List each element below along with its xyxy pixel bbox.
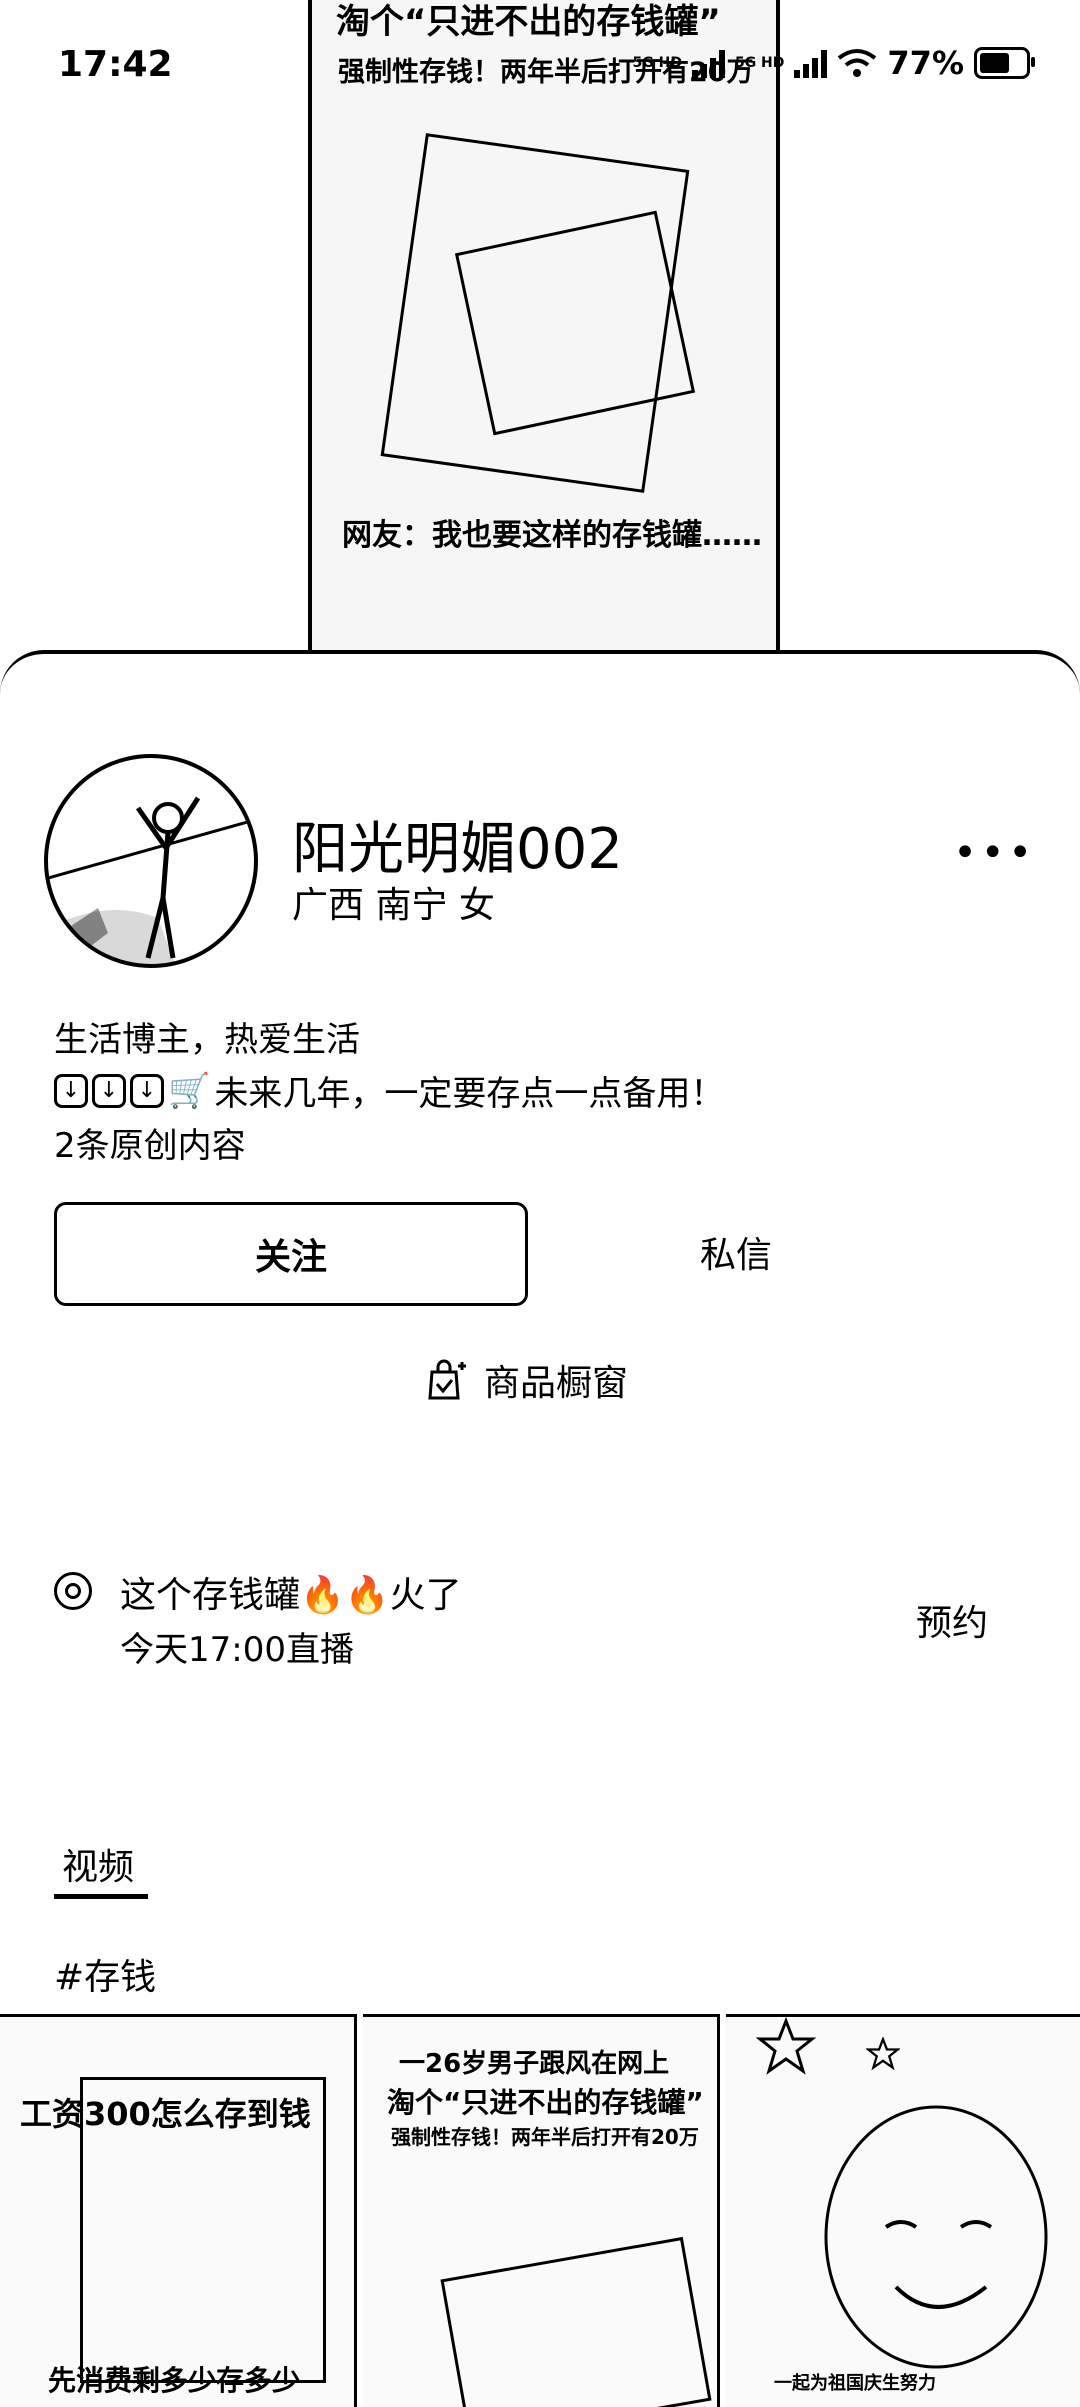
wifi-icon	[838, 49, 877, 77]
arrow-down-icon: ↓	[54, 1073, 88, 1108]
thumb-caption-bottom: 强制性存钱！两年半后打开有20万	[391, 2125, 699, 2149]
thumb-caption-top: 工资300怎么存到钱	[20, 2095, 311, 2133]
avatar-figure	[48, 796, 254, 964]
video-subtitle: 网友：我也要这样的存钱罐……	[342, 518, 762, 553]
shopping-bag-icon	[428, 1359, 466, 1400]
shop-window-label: 商品橱窗	[484, 1363, 629, 1404]
tab-videos[interactable]: 视频	[62, 1838, 134, 1890]
network-badge: 5G HD	[734, 55, 785, 71]
thumb-caption-bottom: 一起为祖国庆生努力	[774, 2373, 936, 2394]
signal-icon	[691, 48, 725, 78]
bio-line-1: 生活博主，热爱生活	[54, 1020, 360, 1060]
bio-line-2: ↓ ↓ ↓ 🛒 未来几年，一定要存点一点备用！	[54, 1066, 724, 1115]
user-location: 广西 南宁 女	[292, 885, 495, 926]
battery-fill	[980, 53, 1010, 73]
child-face	[824, 2105, 1048, 2369]
star-icon	[756, 2017, 816, 2075]
bio-line-2-text: 未来几年，一定要存点一点备用！	[214, 1074, 725, 1114]
shop-window-link[interactable]: 商品橱窗	[424, 1354, 628, 1406]
original-content-count[interactable]: 2条原创内容	[54, 1118, 246, 1167]
arrow-down-icon: ↓	[130, 1073, 164, 1108]
reserve-button[interactable]: 预约	[916, 1594, 988, 1646]
video-headline: 淘个“只进不出的存钱罐”	[336, 2, 721, 42]
video-thumbnail[interactable]: 一26岁男子跟风在网上 淘个“只进不出的存钱罐” 强制性存钱！两年半后打开有20…	[363, 2014, 720, 2407]
live-title: 这个存钱罐🔥🔥火了	[120, 1575, 462, 1616]
thumb-caption-middle: 淘个“只进不出的存钱罐”	[387, 2086, 704, 2119]
battery-percent: 77%	[887, 44, 964, 82]
status-icons: 5G HD 5G HD 77%	[632, 44, 1035, 82]
thumb-sketch	[440, 2236, 712, 2407]
live-announcement[interactable]: 这个存钱罐🔥🔥火了 今天17:00直播 预约	[54, 1566, 1034, 1686]
follow-button[interactable]: 关注	[54, 1202, 528, 1306]
more-options-icon[interactable]: •••	[953, 830, 1036, 876]
status-time: 17:42	[58, 44, 173, 85]
video-thumbnail[interactable]: 工资300怎么存到钱 先消费剩多少存多少	[0, 2014, 357, 2407]
live-icon	[54, 1572, 92, 1610]
live-time: 今天17:00直播	[120, 1630, 354, 1670]
avatar[interactable]	[44, 754, 258, 968]
message-button[interactable]: 私信	[700, 1226, 772, 1278]
thumb-caption-bottom: 先消费剩多少存多少	[48, 2364, 301, 2397]
video-grid: 工资300怎么存到钱 先消费剩多少存多少 一26岁男子跟风在网上 淘个“只进不出…	[0, 2014, 1080, 2407]
arrow-down-icon: ↓	[92, 1073, 126, 1108]
tab-indicator	[54, 1894, 148, 1899]
battery-icon	[974, 47, 1035, 79]
thumb-caption-top: 一26岁男子跟风在网上	[399, 2049, 670, 2079]
hashtag-filter[interactable]: #存钱	[54, 1948, 156, 2000]
network-badge: 5G HD	[632, 55, 682, 71]
username: 阳光明媚002	[292, 817, 623, 882]
cart-icon: 🛒	[168, 1070, 211, 1111]
star-icon	[866, 2037, 900, 2071]
video-player[interactable]: 淘个“只进不出的存钱罐” 强制性存钱！两年半后打开有20万 网友：我也要这样的存…	[308, 0, 780, 660]
video-thumbnail[interactable]: 一起为祖国庆生努力	[726, 2014, 1080, 2407]
profile-sheet: 阳光明媚002 广西 南宁 女 ••• 生活博主，热爱生活 ↓ ↓ ↓ 🛒 未来…	[0, 650, 1080, 2407]
signal-icon	[794, 48, 828, 78]
